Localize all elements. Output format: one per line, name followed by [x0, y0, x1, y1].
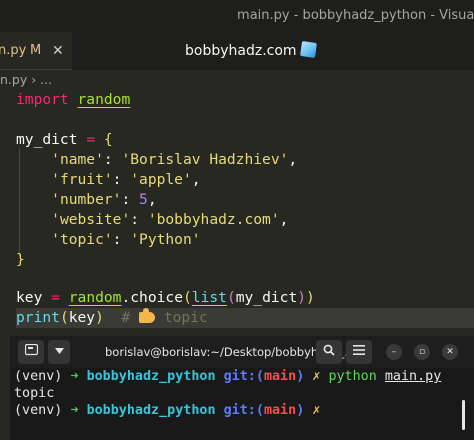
minimize-icon: – [391, 347, 397, 357]
terminal-search-button[interactable] [316, 340, 342, 364]
breadcrumb[interactable]: n.py › ... [0, 70, 474, 90]
tab-label: n.py [0, 43, 27, 58]
chevron-down-icon [54, 348, 64, 354]
pointing-hand-icon [139, 308, 156, 323]
ice-cube-icon [299, 41, 317, 58]
brand-text: bobbyhadz.com [185, 43, 297, 59]
close-icon: ✕ [446, 347, 454, 357]
code-line-11: key = random.choice(list(my_dict)) [16, 289, 315, 306]
new-terminal-button[interactable] [18, 340, 44, 364]
maximize-button[interactable]: ▫ [414, 344, 430, 360]
code-line-7: 'website': 'bobbyhadz.com', [51, 211, 289, 228]
breadcrumb-text: n.py › ... [0, 72, 53, 87]
window-title: main.py - bobbyhadz_python - Visual [237, 8, 474, 23]
minimize-button[interactable]: – [386, 344, 402, 360]
close-icon[interactable]: ✕ [52, 32, 64, 69]
editor-gutter-strip [0, 336, 10, 440]
code-line-9: } [16, 251, 25, 268]
search-icon [323, 344, 335, 356]
terminal-line-3: (venv) ➜ bobbyhadz_python git:(main) ✗ [14, 403, 321, 418]
code-line-3: my_dict = { [16, 131, 113, 148]
code-line-6: 'number': 5, [51, 191, 157, 208]
maximize-icon: ▫ [418, 347, 426, 357]
code-editor[interactable]: import random my_dict = { 'name': 'Boris… [0, 90, 474, 336]
code-line-4: 'name': 'Borislav Hadzhiev', [51, 151, 298, 168]
code-line-12: print(key) # topic [16, 308, 474, 328]
terminal-menu-button[interactable] [346, 340, 372, 364]
code-line-8: 'topic': 'Python' [51, 231, 201, 248]
hamburger-menu-icon [353, 345, 365, 355]
code-line-1: import random [16, 91, 131, 108]
terminal-scrollbar[interactable] [462, 400, 465, 430]
tab-main-py[interactable]: n.py M ✕ [0, 32, 72, 70]
new-terminal-icon [24, 343, 38, 356]
close-button[interactable]: ✕ [442, 344, 458, 360]
window-titlebar: main.py - bobbyhadz_python - Visual [0, 0, 474, 32]
terminal-header: borislav@borislav:~/Desktop/bobbyhadz_..… [10, 336, 474, 368]
code-line-5: 'fruit': 'apple', [51, 171, 201, 188]
terminal-body[interactable]: (venv) ➜ bobbyhadz_python git:(main) ✗ p… [10, 368, 474, 440]
terminal-line-1: (venv) ➜ bobbyhadz_python git:(main) ✗ p… [14, 369, 442, 384]
brand-label: bobbyhadz.com [185, 32, 317, 70]
modified-badge: M [30, 43, 42, 58]
terminal-line-2: topic [14, 386, 55, 401]
terminal-dropdown-button[interactable] [48, 340, 70, 364]
